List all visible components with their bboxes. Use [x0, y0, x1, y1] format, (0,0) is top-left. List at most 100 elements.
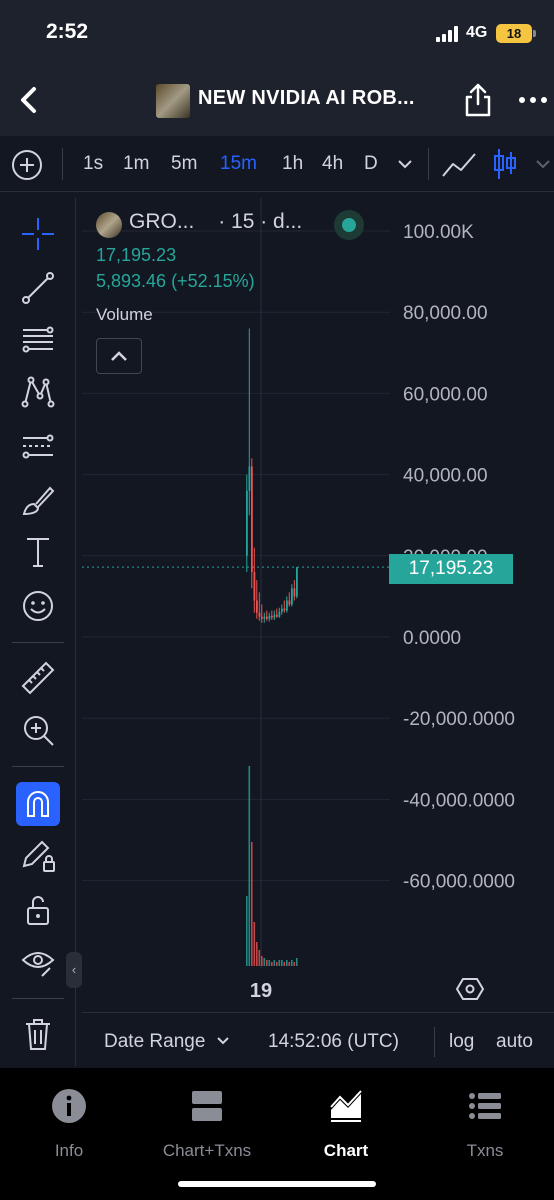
log-scale-button[interactable]: log: [449, 1031, 474, 1053]
volume-bar: [296, 958, 298, 966]
emoji-tool[interactable]: [16, 584, 60, 628]
timeframe-toolbar: 1s 1m 5m 15m 1h 4h D: [0, 136, 554, 192]
back-button[interactable]: [14, 82, 46, 118]
candle-body: [263, 616, 266, 619]
volume-bar: [248, 766, 251, 966]
chevron-down-icon[interactable]: [396, 156, 414, 172]
nav-label: Info: [54, 1141, 84, 1160]
projection-tool[interactable]: [16, 424, 60, 468]
candle-body: [268, 615, 271, 619]
candle-body: [296, 567, 298, 597]
divider: [428, 148, 429, 180]
lock-all-tool[interactable]: [16, 888, 60, 932]
zoom-tool[interactable]: [16, 708, 60, 752]
fib-retracement-tool[interactable]: [16, 318, 60, 362]
price-axis-label: 100.00K: [403, 222, 474, 243]
market-status-icon[interactable]: [334, 210, 364, 240]
more-icon: [519, 97, 547, 103]
legend-collapse-button[interactable]: [96, 338, 142, 374]
candle-body: [271, 615, 273, 618]
nav-txns[interactable]: Txns: [416, 1088, 554, 1161]
auto-scale-button[interactable]: auto: [496, 1031, 533, 1053]
line-chart-icon[interactable]: [441, 148, 477, 180]
pattern-tool[interactable]: [16, 370, 60, 414]
add-indicator-button[interactable]: [12, 150, 42, 180]
candle-body: [283, 608, 286, 611]
candle-body: [286, 600, 288, 611]
status-bar: 2:52 4G 18: [0, 0, 554, 64]
nav-label: Chart+Txns: [162, 1141, 252, 1160]
candle-body: [281, 608, 283, 612]
text-tool[interactable]: [16, 530, 60, 574]
ruler-tool[interactable]: [16, 656, 60, 700]
chart-area[interactable]: 100.00K80,000.0060,000.0040,000.0020,000…: [82, 198, 554, 1010]
chevron-down-icon: [216, 1037, 229, 1045]
price-chart[interactable]: 100.00K80,000.0060,000.0040,000.0020,000…: [82, 198, 554, 1010]
info-icon: [52, 1089, 86, 1123]
hide-drawings-tool[interactable]: [16, 940, 60, 984]
network-label: 4G: [466, 24, 488, 41]
volume-bar: [276, 962, 278, 966]
legend-price: 17,195.23: [96, 245, 177, 265]
zoom-in-icon: [24, 716, 54, 746]
axis-settings-icon: [455, 978, 485, 1000]
more-button[interactable]: [518, 90, 548, 110]
brush-tool[interactable]: [16, 478, 60, 522]
share-icon: [465, 83, 491, 117]
price-axis-label: 40,000.00: [403, 466, 488, 487]
chart-footer: Date Range 14:52:06 (UTC) log auto: [82, 1012, 554, 1068]
volume-bar: [281, 960, 283, 966]
candle-body: [291, 588, 293, 605]
share-button[interactable]: [462, 82, 494, 118]
timeframe-4h[interactable]: 4h: [322, 153, 343, 175]
price-axis-label: -40,000.0000: [403, 790, 515, 811]
candle-body: [266, 616, 268, 619]
nav-chart-txns[interactable]: Chart+Txns: [138, 1088, 276, 1161]
magnet-icon: [27, 791, 49, 817]
date-range-button[interactable]: Date Range: [104, 1031, 231, 1053]
chevron-left-icon: [21, 87, 36, 113]
volume-label: Volume: [96, 305, 153, 324]
utc-clock[interactable]: 14:52:06 (UTC): [268, 1031, 399, 1053]
candle-body: [293, 588, 296, 597]
timeframe-1s[interactable]: 1s: [83, 153, 103, 175]
timeframe-15m[interactable]: 15m: [220, 153, 257, 175]
chevron-down-icon[interactable]: [534, 156, 552, 172]
candlestick-icon[interactable]: [491, 146, 519, 182]
crosshair-tool[interactable]: [16, 212, 60, 256]
delete-drawings-tool[interactable]: [16, 1012, 60, 1056]
pencil-lock-icon: [22, 840, 55, 872]
price-axis-label: 0.0000: [403, 628, 461, 649]
candle-body: [256, 600, 258, 613]
trend-line-tool[interactable]: [16, 266, 60, 310]
volume-bar: [291, 960, 293, 966]
timeframe-1m[interactable]: 1m: [123, 153, 149, 175]
timeframe-5m[interactable]: 5m: [171, 153, 197, 175]
status-time: 2:52: [46, 20, 89, 43]
signal-icon: [436, 26, 460, 42]
nav-info[interactable]: Info: [0, 1088, 138, 1161]
horizontal-lines-icon: [22, 326, 54, 353]
timeframe-1h[interactable]: 1h: [282, 153, 303, 175]
divider: [62, 148, 63, 180]
timeframe-D[interactable]: D: [364, 153, 378, 175]
candle-body: [276, 614, 278, 617]
lock-drawing-tool[interactable]: [16, 834, 60, 878]
trend-line-icon: [22, 272, 54, 304]
price-axis-label: -20,000.0000: [403, 709, 515, 730]
volume-bar: [263, 958, 266, 966]
candle-body: [251, 466, 253, 573]
smiley-icon: [23, 591, 53, 621]
price-axis-label: -60,000.0000: [403, 872, 515, 893]
text-icon: [27, 538, 49, 567]
nav-chart[interactable]: Chart: [277, 1088, 415, 1161]
magnet-mode-button[interactable]: [16, 782, 60, 826]
list-icon: [469, 1093, 501, 1119]
collapse-toolbar-button[interactable]: ‹: [66, 952, 82, 988]
crosshair-icon: [22, 218, 54, 250]
last-price-badge: 17,195.23: [389, 554, 513, 584]
battery-icon: 18: [496, 24, 536, 43]
trash-icon: [26, 1019, 50, 1050]
legend-symbol[interactable]: GRO... · 15 · d...: [129, 210, 302, 234]
volume-bar: [286, 960, 288, 966]
